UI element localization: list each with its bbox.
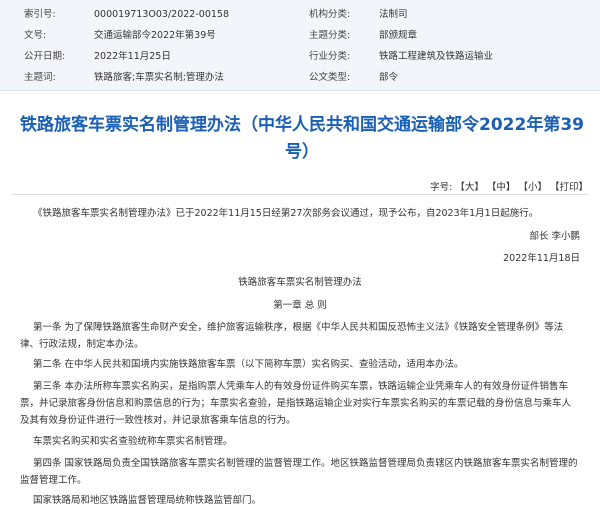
industry-category-value: 铁路工程建筑及铁路运输业 bbox=[379, 51, 494, 62]
topic-category-value: 部颁规章 bbox=[379, 30, 418, 41]
article-4-continued: 国家铁路局和地区铁路监督管理局统称铁路监管部门。 bbox=[33, 495, 262, 506]
signer-line: 部长 李小鹏 bbox=[529, 231, 580, 242]
keywords-label: 主题词: bbox=[24, 72, 56, 83]
metadata-row: 文号: 交通运输部令2022年第39号 主题分类: 部颁规章 bbox=[0, 25, 600, 47]
document-title: 铁路旅客车票实名制管理办法 bbox=[238, 277, 362, 288]
font-size-toolbar: 字号: 【大】 【中】 【小】 【打印】 bbox=[430, 179, 588, 193]
signing-date: 2022年11月18日 bbox=[503, 253, 580, 264]
chapter-heading: 第一章 总 则 bbox=[273, 300, 327, 311]
font-large-button[interactable]: 【大】 bbox=[455, 182, 484, 193]
article-2: 第二条 在中华人民共和国境内实施铁路旅客车票（以下简称车票）实名购买、查验活动，… bbox=[33, 359, 464, 370]
agency-category-label: 机构分类: bbox=[309, 9, 351, 20]
metadata-row: 主题词: 铁路旅客;车票实名制;管理办法 公文类型: 部令 bbox=[0, 67, 600, 89]
metadata-panel: 索引号: 000019713O03/2022-00158 机构分类: 法制司 文… bbox=[0, 0, 600, 91]
document-type-value: 部令 bbox=[379, 72, 399, 83]
keywords-value: 铁路旅客;车票实名制;管理办法 bbox=[94, 72, 224, 83]
print-button[interactable]: 【打印】 bbox=[550, 182, 588, 193]
intro-paragraph: 《铁路旅客车票实名制管理办法》已于2022年11月15日经第27次部务会议通过，… bbox=[33, 208, 539, 219]
document-number-label: 文号: bbox=[24, 30, 47, 41]
publish-date-value: 2022年11月25日 bbox=[94, 51, 171, 62]
industry-category-label: 行业分类: bbox=[309, 51, 351, 62]
index-number-label: 索引号: bbox=[24, 9, 56, 20]
font-medium-button[interactable]: 【中】 bbox=[487, 182, 516, 193]
publish-date-label: 公开日期: bbox=[24, 51, 66, 62]
index-number-value: 000019713O03/2022-00158 bbox=[94, 9, 229, 20]
font-size-label: 字号: bbox=[430, 182, 453, 193]
document-type-label: 公文类型: bbox=[309, 72, 351, 83]
article-3: 第三条 本办法所称车票实名购买，是指购票人凭乘车人的有效身份证件购买车票，铁路运… bbox=[20, 381, 572, 426]
font-small-button[interactable]: 【小】 bbox=[518, 182, 547, 193]
article-title: 铁路旅客车票实名制管理办法（中华人民共和国交通运输部令2022年第39号） bbox=[20, 115, 584, 162]
topic-category-label: 主题分类: bbox=[309, 30, 351, 41]
title-divider bbox=[12, 194, 588, 195]
agency-category-value: 法制司 bbox=[379, 9, 408, 20]
article-4: 第四条 国家铁路局负责全国铁路旅客车票实名制管理的监督管理工作。地区铁路监督管理… bbox=[20, 458, 578, 486]
metadata-row: 公开日期: 2022年11月25日 行业分类: 铁路工程建筑及铁路运输业 bbox=[0, 46, 600, 68]
article-3-continued: 车票实名购买和实名查验统称车票实名制管理。 bbox=[33, 436, 233, 447]
document-number-value: 交通运输部令2022年第39号 bbox=[94, 30, 216, 41]
article-1: 第一条 为了保障铁路旅客生命财产安全，维护旅客运输秩序，根据《中华人民共和国反恐… bbox=[20, 322, 564, 350]
metadata-row: 索引号: 000019713O03/2022-00158 机构分类: 法制司 bbox=[0, 4, 600, 26]
